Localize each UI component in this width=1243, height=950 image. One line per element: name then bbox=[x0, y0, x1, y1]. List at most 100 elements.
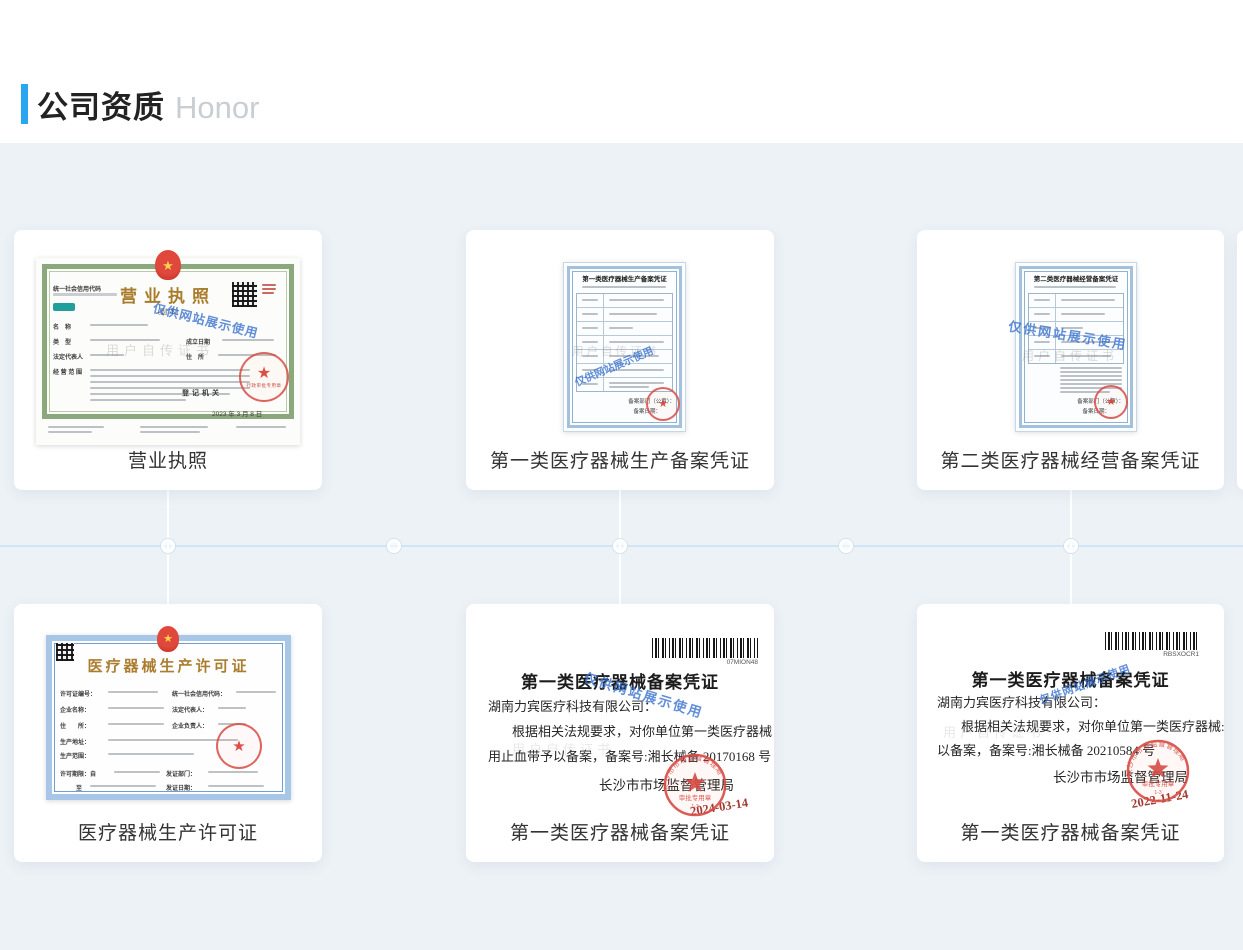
page-title: 公司资质Honor bbox=[37, 82, 259, 127]
page-subtitle: Honor bbox=[175, 90, 259, 125]
blurred-text-line bbox=[90, 381, 250, 383]
field-label: 名 称 bbox=[53, 322, 71, 331]
blurred-text-line bbox=[582, 286, 666, 288]
barcode-icon bbox=[652, 638, 758, 658]
blurred-text-line bbox=[90, 375, 250, 377]
table-row bbox=[577, 308, 672, 322]
red-stamp-icon: ★ bbox=[1094, 385, 1128, 419]
red-stamp-icon: ★ bbox=[646, 387, 680, 421]
certificate-card-class1-filing-2017[interactable]: 07MION48 第一类医疗器械备案凭证 湖南力宾医疗科技有限公司： 根据相关法… bbox=[466, 604, 774, 862]
blurred-text-line bbox=[108, 707, 164, 709]
barcode-code: RBSXOCR1 bbox=[1105, 651, 1199, 658]
production-license-image: ★ 医疗器械生产许可证 许可证编号： 统一社会信用代码： 企业名称： 法定代表人… bbox=[46, 635, 291, 800]
timeline-dot bbox=[839, 539, 853, 553]
card-caption: 第一类医疗器械生产备案凭证 bbox=[466, 446, 774, 473]
blurred-text-line bbox=[108, 723, 164, 725]
certificate-card-production-license[interactable]: ★ 医疗器械生产许可证 许可证编号： 统一社会信用代码： 企业名称： 法定代表人… bbox=[14, 604, 322, 862]
blurred-text-line bbox=[114, 771, 160, 773]
blurred-text-line bbox=[1060, 367, 1122, 369]
field-label: 发证日期： bbox=[166, 783, 196, 792]
stamp-star-icon: ★ bbox=[257, 366, 271, 382]
stamp-text: 行政审批专用章 bbox=[247, 383, 282, 389]
blurred-text-line bbox=[90, 369, 250, 371]
filing-certificate-image: 第二类医疗器械经营备案凭证 备案部门（公章）： 备案日期： ★ 用户自传证书 bbox=[1015, 262, 1137, 432]
stamp-label: 审批专用章 bbox=[1142, 779, 1175, 788]
table-row bbox=[577, 294, 672, 308]
timeline-dot bbox=[1064, 539, 1078, 553]
blurred-text-line bbox=[140, 426, 208, 428]
blurred-text-line bbox=[48, 431, 92, 433]
field-label: 许可期限：自 bbox=[60, 769, 96, 778]
blurred-text-line bbox=[208, 785, 264, 787]
blurred-text-line bbox=[108, 753, 194, 755]
blurred-text-line bbox=[1060, 371, 1122, 373]
qr-code-icon bbox=[232, 282, 257, 307]
body-line: 以备案，备案号:湘长械备 20210584 号 bbox=[937, 740, 1155, 759]
card-caption: 第二类医疗器械经营备案凭证 bbox=[917, 446, 1224, 473]
table-row bbox=[1029, 308, 1123, 322]
stamp-label: 审批专用章 bbox=[679, 793, 712, 802]
blurred-text-line bbox=[1034, 286, 1116, 288]
blurred-text-line bbox=[1060, 375, 1122, 377]
national-emblem-icon: ★ bbox=[157, 626, 179, 652]
blurred-text-line bbox=[140, 431, 200, 433]
stamp-star-icon: ★ bbox=[658, 399, 668, 410]
title-accent-bar bbox=[21, 84, 28, 124]
certificate-card-class1-production-filing[interactable]: 第一类医疗器械生产备案凭证 备案部门（公章）： 备案日期： ★ 用户自传证书 仅… bbox=[466, 230, 774, 490]
stamp-number: 1-3 bbox=[1154, 790, 1161, 796]
table-row bbox=[577, 322, 672, 336]
body-line: 根据相关法规要求，对你单位第一类医疗器械：一次性使 bbox=[512, 721, 774, 740]
timeline-dot bbox=[161, 539, 175, 553]
red-stamp-icon: 长沙市市场监督管理局 审批专用章 1-3 bbox=[1125, 738, 1191, 804]
field-label: 经 营 范 围 bbox=[53, 367, 82, 376]
field-label: 统一社会信用代码： bbox=[172, 689, 226, 698]
field-label: 法定代表人 bbox=[53, 352, 83, 361]
stamp-star-icon: ★ bbox=[232, 739, 245, 754]
blurred-text-line bbox=[218, 707, 246, 709]
field-label: 生产范围： bbox=[60, 751, 90, 760]
certificate-title: 第一类医疗器械生产备案凭证 bbox=[564, 273, 685, 283]
filing-certificate-image: 第一类医疗器械生产备案凭证 备案部门（公章）： 备案日期： ★ 用户自传证书 仅… bbox=[563, 262, 686, 432]
barcode-code: 07MION48 bbox=[652, 659, 758, 666]
blurred-text-line bbox=[48, 426, 104, 428]
national-emblem-icon: ★ bbox=[155, 250, 181, 280]
certificate-title: 医疗器械生产许可证 bbox=[46, 655, 291, 676]
field-label: 法定代表人： bbox=[172, 705, 208, 714]
emblem-star-icon: ★ bbox=[162, 259, 174, 272]
card-caption: 营业执照 bbox=[14, 446, 322, 473]
blurred-text-line bbox=[90, 387, 250, 389]
certificate-card-business-license[interactable]: ★ 统一社会信用代码 营业执照 （副 本） 名 称 类 型 法定代表人 经 营 … bbox=[14, 230, 322, 490]
certificate-title: 第二类医疗器械经营备案凭证 bbox=[1016, 273, 1136, 283]
certificate-card-class1-filing-2021[interactable]: RBSXOCR1 第一类医疗器械备案凭证 湖南力宾医疗科技有限公司： 根据相关法… bbox=[917, 604, 1224, 862]
blurred-text-line bbox=[262, 288, 276, 290]
blurred-text-line bbox=[262, 292, 274, 294]
addressee-line: 湖南力宾医疗科技有限公司： bbox=[937, 692, 1106, 711]
field-label: 生产地址： bbox=[60, 737, 90, 746]
red-stamp-icon: 长沙市市场监督管理局 审批专用章 1-3 bbox=[662, 752, 728, 818]
blurred-text-line bbox=[236, 426, 286, 428]
barcode-icon bbox=[1105, 632, 1199, 650]
timeline-dot bbox=[613, 539, 627, 553]
red-stamp-icon: ★ 行政审批专用章 bbox=[239, 352, 289, 402]
field-label: 住 所： bbox=[60, 721, 90, 730]
red-stamp-icon: ★ bbox=[216, 723, 262, 769]
blurred-text-line bbox=[90, 399, 186, 401]
blurred-text-line bbox=[1060, 379, 1122, 381]
timeline-dot bbox=[387, 539, 401, 553]
watermark-upload-text: 用户自传证书 bbox=[512, 739, 614, 758]
blurred-text-line bbox=[262, 284, 276, 286]
stamp-star-icon: ★ bbox=[1106, 397, 1116, 408]
field-label: 许可证编号： bbox=[60, 689, 96, 698]
registrar-label: 登记机关 bbox=[182, 388, 222, 398]
next-card-peek[interactable] bbox=[1237, 230, 1243, 490]
field-label: 企业负责人： bbox=[172, 721, 208, 730]
certificate-card-class2-operation-filing[interactable]: 第二类医疗器械经营备案凭证 备案部门（公章）： 备案日期： ★ 用户自传证书 bbox=[917, 230, 1224, 490]
issue-date: 2023 年 3 月 8 日 bbox=[212, 408, 262, 418]
table-row bbox=[1029, 294, 1123, 308]
field-label: 企业名称： bbox=[60, 705, 90, 714]
company-honor-page: 公司资质Honor ★ 统一社会信用代码 营业执照 （副 本） 名 称 类 型 … bbox=[0, 0, 1243, 950]
watermark-upload-text: 用户自传证书 bbox=[106, 340, 214, 359]
blurred-text-line bbox=[90, 324, 148, 326]
blurred-text-line bbox=[90, 785, 156, 787]
field-label: 发证部门： bbox=[166, 769, 196, 778]
